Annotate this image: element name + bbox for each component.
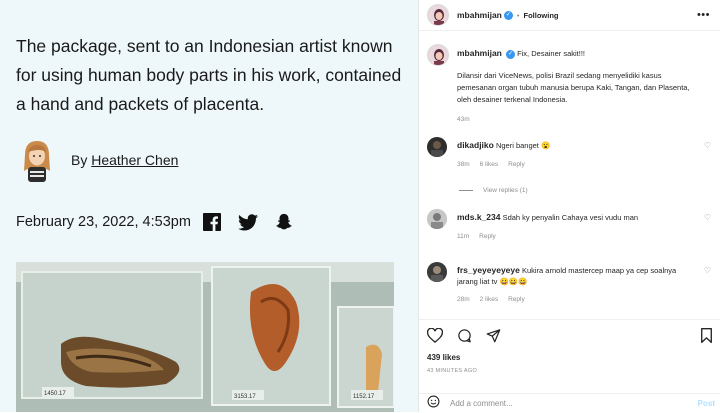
comment-time: 38m [457, 161, 470, 168]
share-icon[interactable] [486, 328, 501, 348]
verified-badge-icon: ✓ [503, 10, 513, 20]
caption-text: mbahmijan ✓ Fix, Desainer sakit!!! Dilan… [457, 44, 699, 126]
article-photo: 1450.17 3153.17 1152.17 [16, 262, 394, 412]
verified-badge-icon: ✓ [505, 49, 515, 59]
comment-icon[interactable] [457, 328, 472, 348]
caption-first-line: Fix, Desainer sakit!!! [517, 49, 585, 58]
commenter-avatar[interactable] [427, 137, 447, 157]
facebook-icon[interactable] [202, 212, 222, 232]
post-header: mbahmijan ✓ • Following ••• [419, 0, 720, 31]
action-icons [426, 327, 501, 348]
comment-meta: 38m 6 likes Reply [457, 161, 697, 168]
comment-body: mds.k_234 Sdah ky penyalin Cahaya vesi v… [457, 209, 697, 240]
add-comment-input[interactable]: Add a comment... [450, 399, 513, 408]
reply-button[interactable]: Reply [508, 161, 525, 168]
reply-button[interactable]: Reply [479, 233, 496, 240]
separator-dot: • [516, 10, 520, 20]
comment-time: 11m [457, 233, 470, 240]
more-options-icon[interactable]: ••• [697, 9, 710, 21]
poster-avatar[interactable] [427, 4, 449, 26]
reply-button[interactable]: Reply [508, 296, 525, 303]
comment-body: frs_yeyeyeyeye Kukira arnold mastercep m… [457, 262, 697, 303]
post-actions: 439 likes 43 MINUTES AGO Add a comment..… [419, 319, 720, 412]
article-headline: The package, sent to an Indonesian artis… [16, 36, 402, 114]
twitter-icon[interactable] [238, 212, 258, 232]
comment-body: dikadjiko Ngeri banget 😮 38m 6 likes Rep… [457, 137, 697, 168]
post-caption: mbahmijan ✓ Fix, Desainer sakit!!! Dilan… [427, 44, 717, 126]
comment-likes[interactable]: 6 likes [480, 161, 498, 168]
view-replies-button[interactable]: View replies (1) [459, 187, 528, 194]
caption-time: 43m [457, 116, 470, 123]
comment-meta: 28m 2 likes Reply [457, 296, 697, 303]
likes-count[interactable]: 439 likes [427, 353, 460, 362]
article-panel: The package, sent to an Indonesian artis… [0, 0, 418, 412]
photo-label: 1152.17 [353, 394, 375, 400]
date-share-row: February 23, 2022, 4:53pm [16, 212, 294, 232]
bookmark-icon[interactable] [700, 328, 713, 348]
poster-username[interactable]: mbahmijan [457, 10, 502, 20]
comment-text: Sdah ky penyalin Cahaya vesi vudu man [502, 213, 639, 222]
author-link[interactable]: Heather Chen [91, 152, 178, 168]
following-button[interactable]: Following [524, 11, 559, 20]
photo-label: 1450.17 [44, 391, 66, 397]
comment-meta: 11m Reply [457, 233, 697, 240]
replies-line-icon [459, 190, 473, 191]
comment-username[interactable]: frs_yeyeyeyeye [457, 265, 520, 275]
comment-text: Ngeri banget 😮 [495, 141, 551, 150]
like-comment-icon[interactable]: ♡ [704, 266, 711, 275]
post-comment-button[interactable]: Post [698, 399, 715, 408]
posted-ago: 43 MINUTES AGO [427, 368, 478, 374]
comment-time: 28m [457, 296, 470, 303]
commenter-avatar[interactable] [427, 209, 447, 229]
comment-item: mds.k_234 Sdah ky penyalin Cahaya vesi v… [427, 209, 717, 240]
caption-username[interactable]: mbahmijan [457, 48, 502, 58]
add-comment-row: Add a comment... Post [419, 393, 720, 413]
heart-icon[interactable] [426, 327, 444, 348]
instagram-post-panel: mbahmijan ✓ • Following ••• mbahmijan ✓ … [418, 0, 720, 412]
comment-item: dikadjiko Ngeri banget 😮 38m 6 likes Rep… [427, 137, 717, 168]
caption-body: Dilansir dari ViceNews, polisi Brazil se… [457, 71, 690, 104]
comment-username[interactable]: mds.k_234 [457, 212, 500, 222]
caption-avatar[interactable] [427, 44, 449, 66]
author-avatar [16, 137, 58, 183]
like-comment-icon[interactable]: ♡ [704, 141, 711, 150]
like-comment-icon[interactable]: ♡ [704, 213, 711, 222]
author-row: By Heather Chen [16, 137, 178, 183]
emoji-icon[interactable] [427, 395, 440, 413]
photo-label: 3153.17 [234, 394, 256, 400]
commenter-avatar[interactable] [427, 262, 447, 282]
comment-username[interactable]: dikadjiko [457, 140, 494, 150]
byline: By Heather Chen [71, 152, 178, 168]
share-icons [202, 212, 294, 232]
view-replies-label: View replies (1) [483, 187, 528, 194]
publish-date: February 23, 2022, 4:53pm [16, 214, 191, 230]
by-prefix: By [71, 152, 88, 168]
comment-item: frs_yeyeyeyeye Kukira arnold mastercep m… [427, 262, 717, 303]
comment-likes[interactable]: 2 likes [480, 296, 498, 303]
snapchat-icon[interactable] [274, 212, 294, 232]
